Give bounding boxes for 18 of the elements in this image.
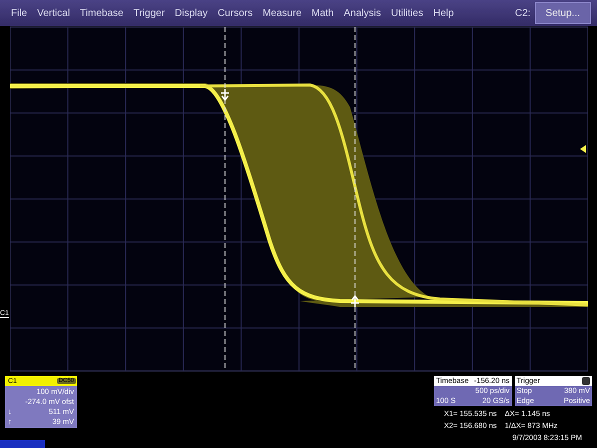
- menu-item[interactable]: Display: [170, 8, 213, 18]
- menu-item[interactable]: Cursors: [212, 8, 258, 18]
- menu-item[interactable]: Measure: [258, 8, 306, 18]
- channel-label: C2:: [514, 8, 531, 18]
- trigger-icon: [582, 377, 590, 385]
- menu-item[interactable]: Timebase: [74, 8, 128, 18]
- menu-item[interactable]: Help: [428, 8, 459, 18]
- menu-item[interactable]: Vertical: [32, 8, 75, 18]
- menu-item[interactable]: File: [6, 8, 32, 18]
- menu-item[interactable]: Trigger: [128, 8, 170, 18]
- cursor-marker-icon: [220, 88, 230, 102]
- setup-button[interactable]: Setup...: [534, 2, 591, 24]
- trigger-level-icon: [580, 145, 586, 153]
- cursor-marker-icon: [350, 294, 360, 308]
- status-bar-block: [0, 440, 45, 448]
- menu-item[interactable]: Math: [306, 8, 339, 18]
- menu-item[interactable]: Utilities: [386, 8, 428, 18]
- menu-item[interactable]: Analysis: [338, 8, 386, 18]
